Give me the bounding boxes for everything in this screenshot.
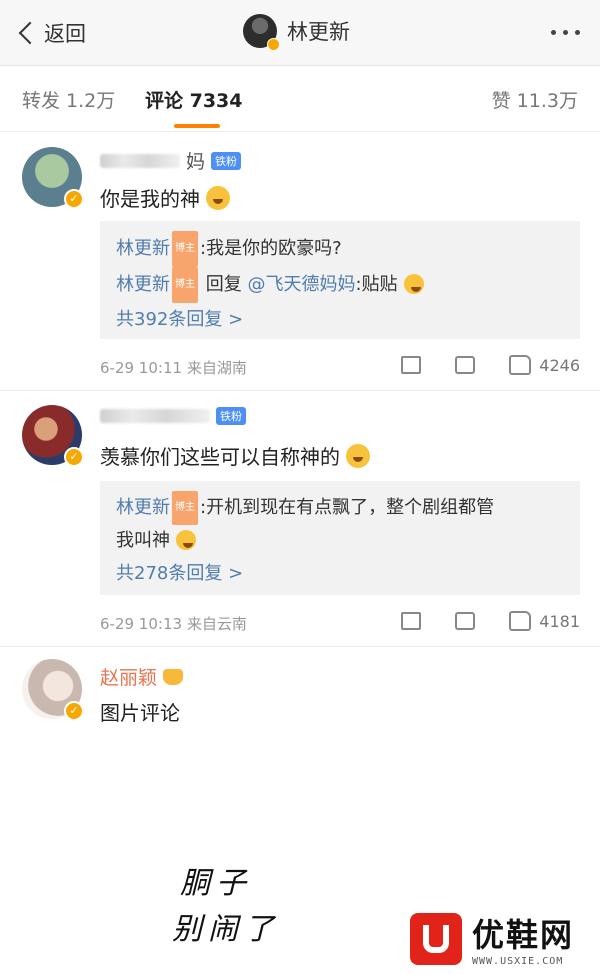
back-button[interactable]: 返回 [14,16,86,50]
blurred-username [100,409,210,423]
comment-username[interactable]: 妈 铁粉 [100,147,242,174]
scared-emoji-icon [206,186,230,210]
doge-emoji-icon [176,530,196,550]
thumbs-up-icon [509,355,532,375]
more-replies-link[interactable]: 共392条回复 > [116,303,564,337]
verified-icon: ✓ [64,701,84,721]
fan-badge: 铁粉 [216,407,246,425]
share-icon[interactable] [401,612,422,630]
thumbs-up-icon [509,611,532,631]
watermark-logo: 优鞋网 WWW.USXIE.COM [410,910,574,967]
like-button[interactable]: 4181 [509,611,580,631]
logo-icon [410,912,462,965]
tab-repost[interactable]: 转发 1.2万 [22,86,115,113]
comment-username[interactable]: 赵丽颖 [100,663,184,690]
reply-item: 林更新 博主:开机到现在有点飘了，整个剧组都管 我叫神 [116,491,564,557]
page-title: 林更新 [287,20,350,44]
avatar [243,14,280,51]
comment-actions: 4181 [401,611,580,631]
reply-item: 林更新 博主:我是你的欧豪吗? [116,231,564,267]
like-button[interactable]: 4246 [509,355,580,375]
avatar[interactable]: ✓ [22,147,84,209]
share-icon[interactable] [401,356,422,374]
top-nav-bar: 返回 林更新 [0,0,600,66]
comment-icon[interactable] [455,356,476,374]
handwritten-note: 别闹了 [172,912,280,947]
reply-box[interactable]: 林更新 博主:我是你的欧豪吗? 林更新 博主 回复 @飞天德妈妈:贴贴 共392条回… [100,221,580,339]
more-options-icon[interactable] [551,30,580,35]
smile-emoji-icon [403,274,424,294]
comment-meta: 6-29 10:11 来自湖南 [100,359,247,377]
tab-bar: 转发 1.2万 评论 7334 赞 11.3万 [0,66,600,132]
fan-badge: 铁粉 [211,151,242,170]
mention-link[interactable]: @飞天德妈妈 [247,274,355,295]
profile-title[interactable]: 林更新 [243,14,350,51]
handwritten-note: 胴子 [180,866,252,901]
like-count: 4181 [539,611,580,631]
active-tab-indicator [174,124,220,128]
logo-url: WWW.USXIE.COM [472,956,564,967]
reply-box[interactable]: 林更新 博主:开机到现在有点飘了，整个剧组都管 我叫神 共278条回复 > [100,481,580,595]
comment-username[interactable]: 铁粉 [100,407,246,425]
comment-meta: 6-29 10:13 来自云南 [100,615,247,633]
blurred-username [100,153,180,168]
verified-icon: ✓ [64,447,84,467]
crown-icon [163,668,184,685]
back-label: 返回 [44,22,86,46]
host-badge: 博主 [172,231,198,267]
host-badge: 博主 [172,267,198,303]
host-badge: 博主 [172,491,198,525]
divider [0,646,600,647]
comment-text: 羡慕你们这些可以自称神的 [100,441,370,470]
comment-icon[interactable] [455,612,476,630]
avatar[interactable]: ✓ [22,405,84,467]
doge-emoji-icon [346,444,370,468]
verified-icon [267,38,280,51]
avatar[interactable]: ✓ [22,659,84,721]
verified-icon: ✓ [64,189,84,209]
more-replies-link[interactable]: 共278条回复 > [116,557,564,591]
like-count: 4246 [539,355,580,375]
comment-text: 你是我的神 [100,183,230,212]
logo-brand: 优鞋网 [472,916,575,954]
divider [0,390,600,391]
comment-actions: 4246 [401,355,580,375]
tab-likes[interactable]: 赞 11.3万 [492,86,578,113]
chevron-left-icon [18,21,42,45]
comment-text: 图片评论 [100,701,180,725]
reply-item: 林更新 博主 回复 @飞天德妈妈:贴贴 [116,267,564,303]
